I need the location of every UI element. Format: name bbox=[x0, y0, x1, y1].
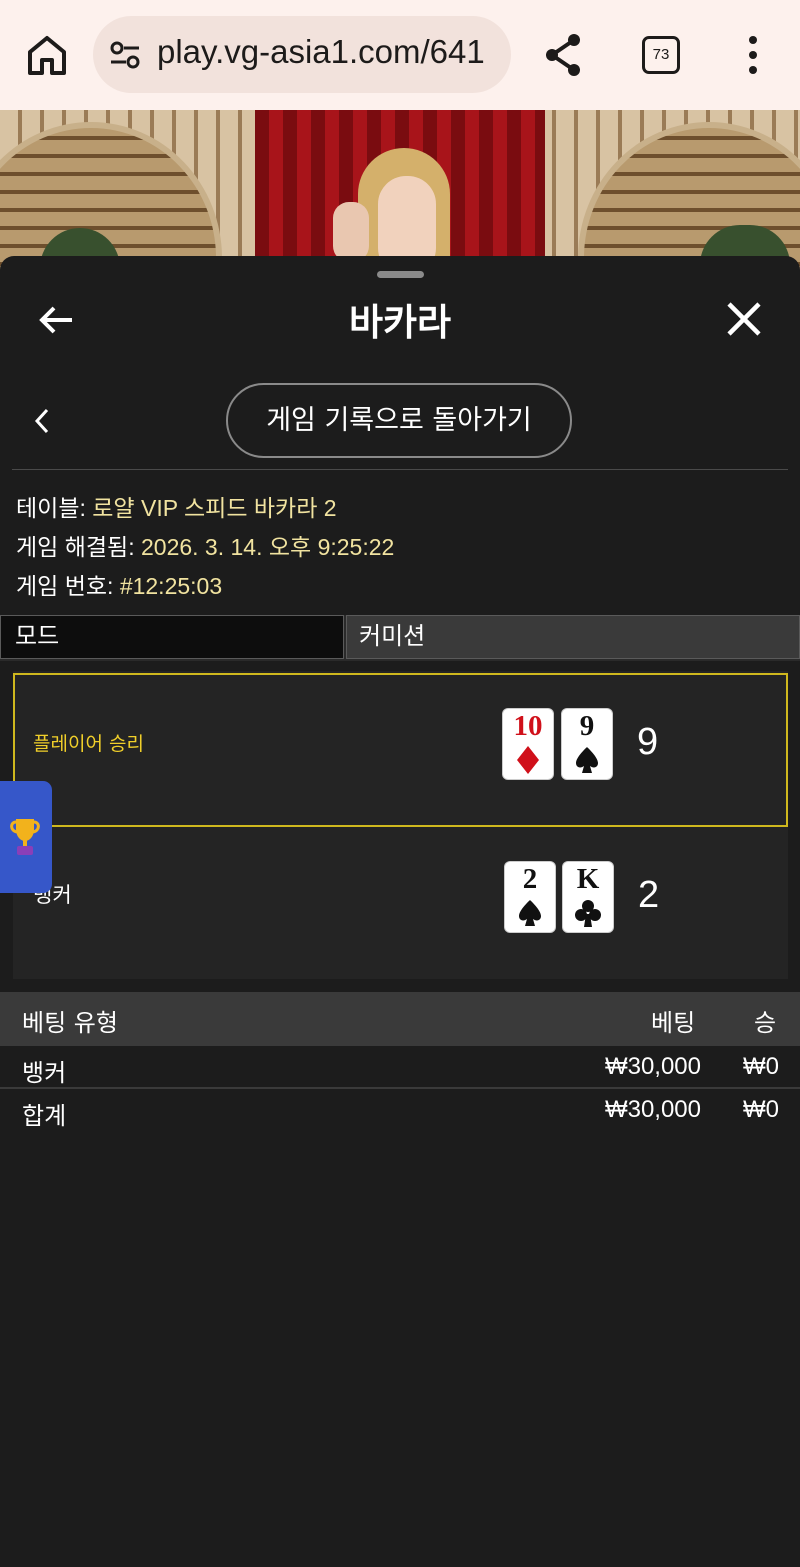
club-icon bbox=[575, 900, 601, 927]
share-icon[interactable] bbox=[540, 30, 586, 80]
player-card-1: 10 bbox=[503, 709, 553, 779]
game-history-sheet: 바카라 게임 기록으로 돌아가기 테이블: 로얄 VIP 스피드 바카라 2 게… bbox=[0, 256, 800, 1567]
trophy-icon bbox=[10, 819, 40, 855]
table-info: 테이블: 로얄 VIP 스피드 바카라 2 bbox=[16, 489, 337, 523]
divider bbox=[0, 1087, 800, 1089]
table-row: 합계 ₩30,000 ₩0 bbox=[0, 1090, 800, 1132]
resolved-label: 게임 해결됨: bbox=[16, 534, 135, 560]
game-number-label: 게임 번호: bbox=[16, 573, 114, 599]
round-results: 플레이어 승리 10 9 9 뱅커 2 K 2 bbox=[13, 671, 788, 979]
divider bbox=[12, 469, 788, 470]
close-icon[interactable] bbox=[725, 300, 763, 338]
banker-score: 2 bbox=[638, 874, 660, 916]
bet-type: 합계 bbox=[22, 1103, 67, 1130]
bet-type: 뱅커 bbox=[22, 1060, 67, 1087]
home-icon[interactable] bbox=[22, 30, 72, 80]
sheet-title: 바카라 bbox=[348, 301, 452, 344]
url-text[interactable]: play.vg-asia1.com/641 bbox=[157, 33, 485, 71]
card-rank: 2 bbox=[522, 863, 538, 895]
bets-table-header: 베팅 유형 베팅 승 bbox=[0, 992, 800, 1046]
bet-amount: ₩30,000 bbox=[604, 1096, 701, 1123]
game-number-info: 게임 번호: #12:25:03 bbox=[16, 567, 222, 601]
trophy-widget[interactable] bbox=[0, 781, 52, 893]
game-number-value: #12:25:03 bbox=[119, 573, 223, 599]
mode-tabs: 모드 커미션 bbox=[0, 615, 800, 661]
diamond-icon bbox=[517, 746, 539, 774]
chevron-left-icon[interactable] bbox=[32, 406, 52, 436]
card-rank: 10 bbox=[513, 710, 543, 742]
resolved-value: 2026. 3. 14. 오후 9:25:22 bbox=[140, 534, 395, 560]
card-rank: K bbox=[576, 863, 600, 895]
spade-icon bbox=[519, 900, 541, 926]
live-video-feed bbox=[0, 110, 800, 270]
player-result-label: 플레이어 승리 bbox=[33, 733, 144, 755]
bet-amount: ₩30,000 bbox=[604, 1053, 701, 1080]
spade-icon bbox=[576, 747, 598, 773]
player-score: 9 bbox=[637, 721, 659, 763]
column-bet: 베팅 bbox=[651, 1009, 696, 1037]
tab-count-button[interactable]: 73 bbox=[642, 36, 680, 74]
tab-commission[interactable]: 커미션 bbox=[346, 615, 800, 659]
column-bet-type: 베팅 유형 bbox=[22, 1009, 118, 1037]
table-label: 테이블: bbox=[16, 495, 86, 521]
tab-mode[interactable]: 모드 bbox=[0, 615, 344, 659]
win-amount: ₩0 bbox=[743, 1096, 779, 1123]
table-value: 로얄 VIP 스피드 바카라 2 bbox=[92, 495, 337, 521]
resolved-info: 게임 해결됨: 2026. 3. 14. 오후 9:25:22 bbox=[16, 528, 394, 562]
win-amount: ₩0 bbox=[743, 1053, 779, 1080]
more-vert-icon[interactable] bbox=[742, 34, 764, 76]
browser-toolbar: play.vg-asia1.com/641 73 bbox=[0, 0, 800, 110]
table-row: 뱅커 ₩30,000 ₩0 bbox=[0, 1047, 800, 1089]
column-win: 승 bbox=[754, 1009, 777, 1037]
back-to-history-button[interactable]: 게임 기록으로 돌아가기 bbox=[226, 383, 572, 458]
card-rank: 9 bbox=[579, 710, 595, 742]
address-bar[interactable]: play.vg-asia1.com/641 bbox=[93, 16, 511, 93]
player-card-2: 9 bbox=[562, 709, 612, 779]
tune-icon[interactable] bbox=[109, 40, 141, 70]
banker-card-2: K bbox=[563, 862, 613, 932]
banker-card-1: 2 bbox=[505, 862, 555, 932]
sheet-drag-handle[interactable] bbox=[377, 271, 424, 278]
